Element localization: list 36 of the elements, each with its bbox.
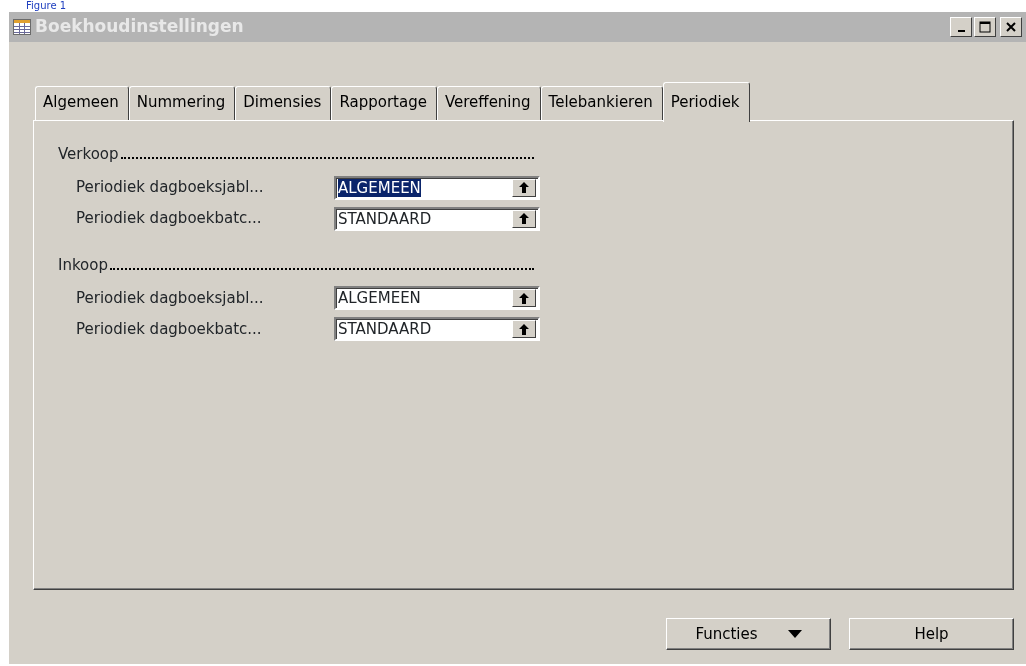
tab[interactable]: Vereffening [436,86,541,120]
close-icon [1005,21,1017,33]
section-heading: Verkoop [58,144,119,165]
tab[interactable]: Algemeen [35,86,129,120]
tab[interactable]: Rapportage [331,86,437,120]
maximize-icon [979,21,991,33]
field-label: Periodiek dagboeksjabl... [76,287,265,309]
tab[interactable]: Telebankieren [540,86,663,120]
functions-dropdown-button[interactable]: Functies [666,618,831,650]
arrow-up-icon [519,213,529,224]
maximize-button[interactable] [974,17,996,37]
lookup-field[interactable]: ALGEMEEN [334,286,540,310]
tab[interactable]: Nummering [128,86,236,120]
minimize-icon [957,30,965,32]
arrow-up-icon [519,292,529,304]
field-label: Periodiek dagboekbatc... [76,318,263,340]
table-icon [13,19,31,35]
field-label: Periodiek dagboekbatc... [76,208,263,230]
lookup-button[interactable] [512,178,536,197]
arrow-up-icon [519,323,529,335]
tab[interactable]: Dimensies [235,86,332,120]
field-label: Periodiek dagboeksjabl... [76,177,265,199]
section-heading: Inkoop [58,254,108,276]
lookup-button[interactable] [512,209,536,228]
arrow-up-icon [519,182,529,193]
lookup-field[interactable]: STANDAARD [334,206,540,231]
tab[interactable]: Periodiek [662,82,750,122]
caret-icon [787,630,802,638]
lookup-field[interactable]: ALGEMEEN [334,175,540,200]
lookup-field[interactable]: STANDAARD [334,317,540,341]
close-button[interactable] [1000,17,1022,37]
minimize-button[interactable] [950,17,972,37]
figure-caption: Figure 1 [25,0,68,12]
lookup-button[interactable] [512,289,536,307]
help-button[interactable]: Help [849,618,1014,650]
lookup-button[interactable] [512,320,536,338]
